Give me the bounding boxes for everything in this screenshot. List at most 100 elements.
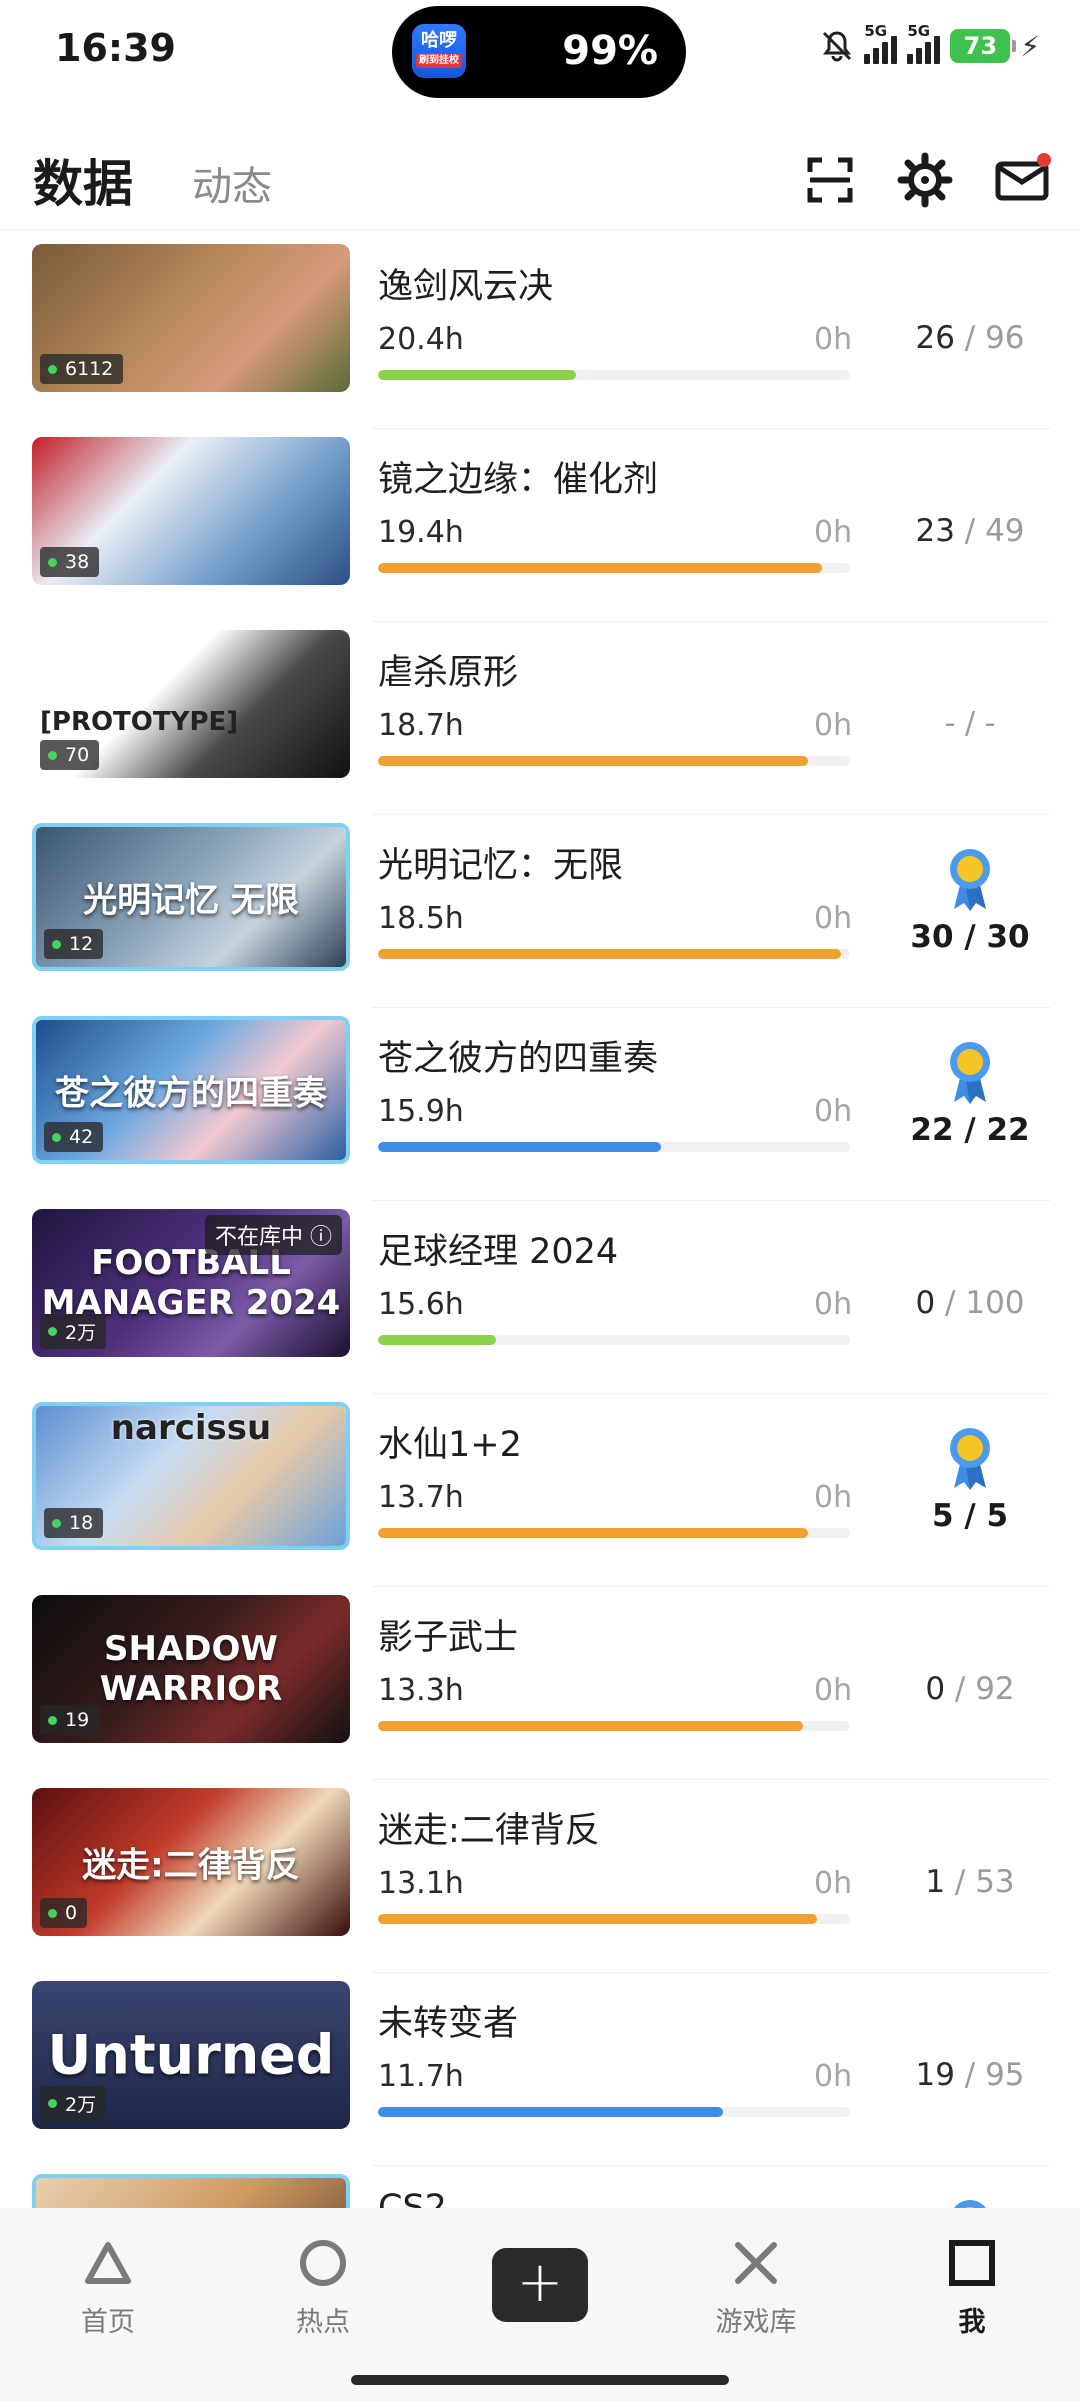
game-name[interactable]: 苍之彼方的四重奏 (378, 1030, 658, 1081)
online-count: 70 (65, 744, 90, 766)
online-players-badge: 19 (40, 1705, 100, 1735)
game-row[interactable]: 苍之彼方的四重奏 42 苍之彼方的四重奏 15.9h 0h 22 / 22 (0, 1008, 1080, 1201)
online-dot-icon (48, 750, 57, 760)
online-players-badge: 12 (44, 929, 104, 959)
game-row[interactable]: 光明记忆 无限 12 光明记忆：无限 18.5h 0h 30 / 30 (0, 815, 1080, 1008)
online-dot-icon (52, 1132, 61, 1142)
nav-library[interactable]: 游戏库 (696, 2234, 816, 2339)
charging-icon: ⚡ (1020, 29, 1040, 63)
cover-title: 光明记忆 无限 (83, 880, 299, 921)
game-row[interactable]: 迷走:二律背反 0 迷走:二律背反 13.1h 0h 1 / 53 (0, 1780, 1080, 1973)
bottom-nav: 首页 热点 + 游戏库 我 (0, 2208, 1080, 2401)
medal-icon (950, 849, 990, 911)
game-row[interactable]: [PROTOTYPE] 70 虐杀原形 18.7h 0h - / - (0, 622, 1080, 815)
not-in-library-badge: 不在库中 ⓘ (205, 1215, 342, 1255)
game-row[interactable]: narcissu 18 水仙1+2 13.7h 0h 5 / 5 (0, 1394, 1080, 1587)
mail-icon[interactable] (992, 150, 1052, 210)
game-row[interactable]: FOOTBALL MANAGER 2024 不在库中 ⓘ 2万 足球经理 2024 15… (0, 1201, 1080, 1394)
game-cover[interactable]: FOOTBALL MANAGER 2024 不在库中 ⓘ 2万 (32, 1209, 350, 1357)
game-row[interactable]: 38 镜之边缘：催化剂 19.4h 0h 23 / 49 (0, 429, 1080, 622)
recent-playtime: 0h (814, 1094, 853, 1129)
nav-hot[interactable]: 热点 (263, 2234, 383, 2339)
cross-icon (735, 2242, 777, 2284)
achievement-count[interactable]: 0 / 100 (880, 1285, 1060, 1321)
game-name[interactable]: 足球经理 2024 (378, 1223, 618, 1274)
online-dot-icon (52, 939, 61, 949)
game-name[interactable]: 影子武士 (378, 1609, 518, 1660)
game-cover[interactable]: 苍之彼方的四重奏 42 (32, 1016, 350, 1164)
medal-icon (950, 1428, 990, 1490)
online-count: 38 (65, 551, 90, 573)
online-dot-icon (48, 2099, 57, 2108)
achievement-count[interactable]: 23 / 49 (880, 513, 1060, 549)
scan-icon[interactable] (800, 150, 860, 210)
achievements-unlocked: 0 (925, 1671, 955, 1707)
game-cover[interactable]: SHADOW WARRIOR 19 (32, 1595, 350, 1743)
game-name[interactable]: 迷走:二律背反 (378, 1802, 600, 1853)
playtime-bar (378, 2107, 850, 2117)
playtime-bar (378, 370, 850, 380)
online-players-badge: 42 (44, 1122, 104, 1152)
achievements-total: / 100 (945, 1285, 1025, 1321)
game-name[interactable]: 逸剑风云决 (378, 258, 553, 309)
playtime-bar-fill (378, 1142, 662, 1152)
achievement-complete[interactable]: 5 / 5 (880, 1424, 1060, 1534)
game-row[interactable]: 6112 逸剑风云决 20.4h 0h 26 / 96 (0, 236, 1080, 429)
cover-title: Unturned (47, 2023, 335, 2087)
game-row[interactable]: SHADOW WARRIOR 19 影子武士 13.3h 0h 0 / 92 (0, 1587, 1080, 1780)
bell-muted-icon (823, 31, 852, 62)
achievement-count: 30 / 30 (910, 919, 1030, 955)
achievement-complete[interactable]: 30 / 30 (880, 845, 1060, 955)
game-cover[interactable]: [PROTOTYPE] 70 (32, 630, 350, 778)
achievement-count[interactable]: 26 / 96 (880, 320, 1060, 356)
game-cover[interactable]: 迷走:二律背反 0 (32, 1788, 350, 1936)
playtime-bar (378, 1721, 850, 1731)
game-name[interactable]: 未转变者 (378, 1995, 518, 2046)
achievement-complete[interactable]: 22 / 22 (880, 1038, 1060, 1148)
recent-playtime: 0h (814, 2059, 853, 2094)
playtime-bar (378, 1335, 850, 1345)
online-dot-icon (48, 557, 57, 567)
achievements-unlocked: 19 (915, 2057, 965, 2093)
cover-title: [PROTOTYPE] (40, 706, 239, 737)
dynamic-island[interactable]: 哈啰 刷到挂校 99% (392, 6, 686, 98)
recent-playtime: 0h (814, 1287, 853, 1322)
tab-activity[interactable]: 动态 (192, 154, 272, 212)
game-name[interactable]: 虐杀原形 (378, 644, 518, 695)
achievement-count[interactable]: 0 / 92 (880, 1671, 1060, 1707)
online-count: 0 (65, 1902, 78, 1924)
nav-me[interactable]: 我 (912, 2234, 1032, 2339)
achievement-count[interactable]: 19 / 95 (880, 2057, 1060, 2093)
game-row[interactable]: Unturned 2万 未转变者 11.7h 0h 19 / 95 (0, 1973, 1080, 2166)
online-count: 18 (69, 1512, 94, 1534)
playtime-bar-fill (378, 949, 841, 959)
gear-icon[interactable] (895, 150, 955, 210)
achievement-count: 22 / 22 (910, 1112, 1030, 1148)
status-bar: 16:39 哈啰 刷到挂校 99% 5G 5G 73 ⚡ (0, 0, 1080, 100)
add-button[interactable]: + (492, 2248, 588, 2322)
triangle-icon (85, 2242, 131, 2284)
achievement-count[interactable]: 1 / 53 (880, 1864, 1060, 1900)
game-cover[interactable]: Unturned 2万 (32, 1981, 350, 2129)
achievements-total: / 95 (964, 2057, 1025, 2093)
nav-home[interactable]: 首页 (48, 2234, 168, 2339)
status-icons: 5G 5G 73 ⚡ (820, 22, 1040, 64)
online-dot-icon (48, 1715, 57, 1725)
game-name[interactable]: 光明记忆：无限 (378, 837, 623, 888)
online-count: 6112 (65, 358, 114, 380)
network-type-2: 5G (907, 22, 931, 40)
playtime-bar (378, 949, 850, 959)
home-indicator[interactable] (351, 2375, 729, 2385)
playtime-bar-fill (378, 756, 808, 766)
game-name[interactable]: 水仙1+2 (378, 1416, 522, 1467)
online-count: 19 (65, 1709, 90, 1731)
recent-playtime: 0h (814, 515, 853, 550)
game-cover[interactable]: 光明记忆 无限 12 (32, 823, 350, 971)
game-cover[interactable]: 38 (32, 437, 350, 585)
game-cover[interactable]: narcissu 18 (32, 1402, 350, 1550)
tab-data[interactable]: 数据 (33, 144, 133, 216)
game-cover[interactable]: 6112 (32, 244, 350, 392)
game-name[interactable]: 镜之边缘：催化剂 (378, 451, 658, 502)
playtime-bar (378, 1142, 850, 1152)
playtime: 20.4h (378, 322, 464, 357)
